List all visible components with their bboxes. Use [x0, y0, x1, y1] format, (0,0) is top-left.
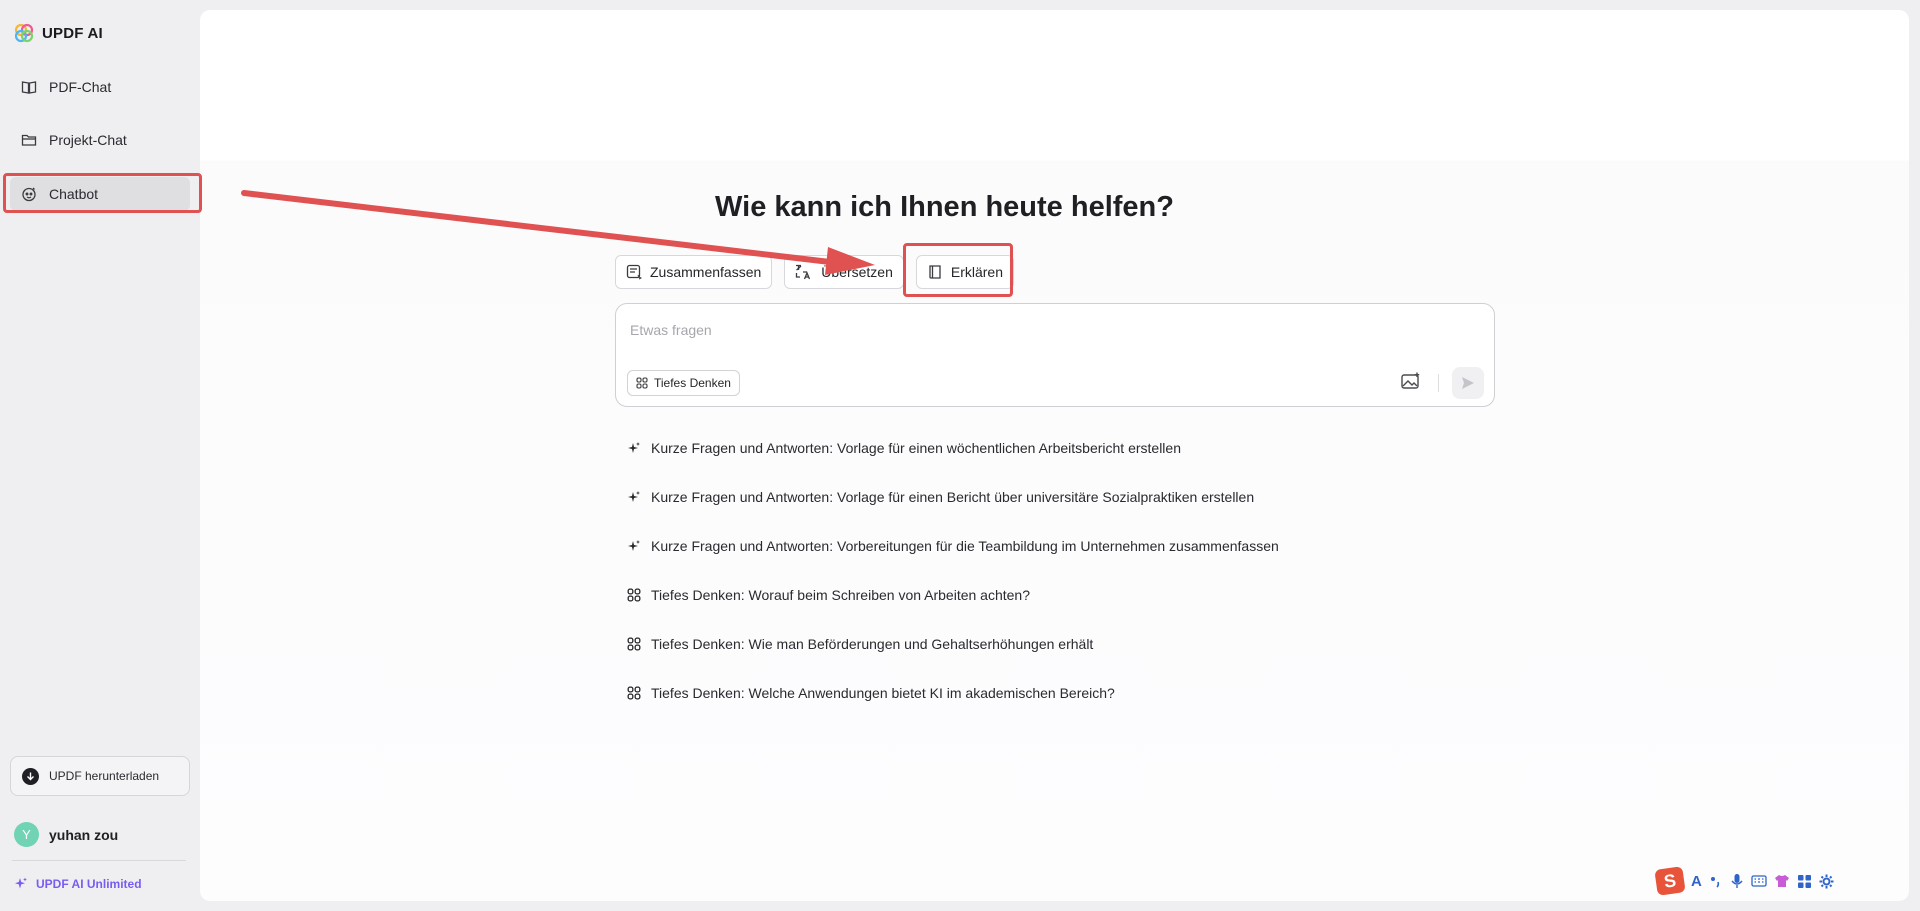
download-icon [22, 767, 39, 785]
suggestion-item[interactable]: Tiefes Denken: Welche Anwendungen bietet… [627, 682, 1279, 704]
translate-icon [796, 264, 811, 280]
microphone-icon[interactable] [1730, 873, 1744, 889]
chat-composer: Tiefes Denken [615, 303, 1495, 407]
keyboard-icon[interactable] [1751, 874, 1767, 888]
plan-upgrade-link[interactable]: UPDF AI Unlimited [14, 877, 142, 891]
updf-logo-icon [14, 23, 34, 43]
settings-gear-icon[interactable] [1819, 874, 1834, 889]
ime-tray: S A [1654, 866, 1834, 896]
plan-label: UPDF AI Unlimited [36, 877, 142, 891]
download-updf-button[interactable]: UPDF herunterladen [10, 756, 190, 796]
avatar: Y [14, 822, 39, 847]
chip-label: Zusammenfassen [650, 264, 762, 280]
toolbox-grid-icon[interactable] [1797, 874, 1812, 889]
suggestion-item[interactable]: Tiefes Denken: Worauf beim Schreiben von… [627, 584, 1279, 606]
quick-action-chips: Zusammenfassen Übersetzen Erklären [615, 255, 1015, 289]
suggestion-item[interactable]: Kurze Fragen und Antworten: Vorlage für … [627, 486, 1279, 508]
deep-think-icon [627, 637, 641, 651]
sparkle-plan-icon [15, 877, 27, 889]
sidebar-item-projekt-chat[interactable]: Projekt-Chat [10, 123, 190, 157]
sparkle-icon [628, 442, 640, 453]
suggestion-list: Kurze Fragen und Antworten: Vorlage für … [627, 437, 1279, 731]
ime-mode-icon[interactable]: A [1691, 873, 1702, 890]
translate-chip[interactable]: Übersetzen [784, 255, 904, 289]
send-icon [1462, 377, 1474, 389]
skin-shirt-icon[interactable] [1774, 873, 1790, 889]
deep-thinking-toggle[interactable]: Tiefes Denken [627, 370, 740, 396]
suggestion-item[interactable]: Kurze Fragen und Antworten: Vorlage für … [627, 437, 1279, 459]
suggestion-text: Kurze Fragen und Antworten: Vorlage für … [651, 440, 1181, 456]
sparkle-icon [628, 491, 640, 502]
main-panel: Wie kann ich Ihnen heute helfen? Zusamme… [200, 10, 1909, 901]
sparkle-icon [628, 540, 640, 551]
punctuation-icon[interactable] [1709, 874, 1723, 888]
image-add-icon [1401, 372, 1420, 389]
sidebar-item-label: PDF-Chat [49, 79, 112, 95]
suggestion-item[interactable]: Tiefes Denken: Wie man Beförderungen und… [627, 633, 1279, 655]
bot-face-icon [22, 187, 36, 202]
send-button[interactable] [1452, 367, 1484, 399]
sidebar-item-pdf-chat[interactable]: PDF-Chat [10, 70, 190, 104]
suggestion-text: Kurze Fragen und Antworten: Vorlage für … [651, 489, 1255, 505]
user-name: yuhan zou [49, 826, 119, 843]
brand[interactable]: UPDF AI [14, 23, 103, 43]
deep-think-icon [627, 686, 641, 700]
suggestion-text: Tiefes Denken: Welche Anwendungen bietet… [651, 685, 1115, 701]
composer-divider [1438, 374, 1439, 392]
deep-thinking-label: Tiefes Denken [654, 376, 731, 390]
download-label: UPDF herunterladen [49, 769, 160, 783]
suggestion-text: Tiefes Denken: Wie man Beförderungen und… [651, 636, 1094, 652]
image-upload-button[interactable] [1401, 372, 1421, 395]
suggestion-text: Kurze Fragen und Antworten: Vorbereitung… [651, 538, 1279, 554]
sidebar-item-label: Projekt-Chat [49, 132, 127, 148]
folder-icon [21, 134, 37, 146]
chat-input[interactable] [630, 319, 1390, 341]
chip-label: Übersetzen [821, 264, 893, 280]
brand-name: UPDF AI [42, 24, 103, 42]
book-icon [929, 265, 941, 279]
sogou-logo-icon[interactable]: S [1654, 866, 1686, 896]
chip-label: Erklären [950, 264, 1004, 280]
summarize-icon [626, 264, 642, 280]
user-profile[interactable]: Y yuhan zou [14, 822, 118, 847]
explain-chip[interactable]: Erklären [915, 255, 1015, 289]
suggestion-item[interactable]: Kurze Fragen und Antworten: Vorbereitung… [627, 535, 1279, 557]
deep-think-icon [627, 588, 641, 602]
page-title: Wie kann ich Ihnen heute helfen? [715, 191, 1174, 223]
suggestion-text: Tiefes Denken: Worauf beim Schreiben von… [651, 587, 1030, 603]
sidebar: UPDF AI PDF-Chat Projekt-Chat Chatbot UP… [0, 0, 200, 911]
sidebar-divider [12, 860, 186, 861]
deep-think-icon [636, 377, 648, 389]
open-book-icon [21, 81, 37, 94]
summarize-chip[interactable]: Zusammenfassen [615, 255, 773, 289]
